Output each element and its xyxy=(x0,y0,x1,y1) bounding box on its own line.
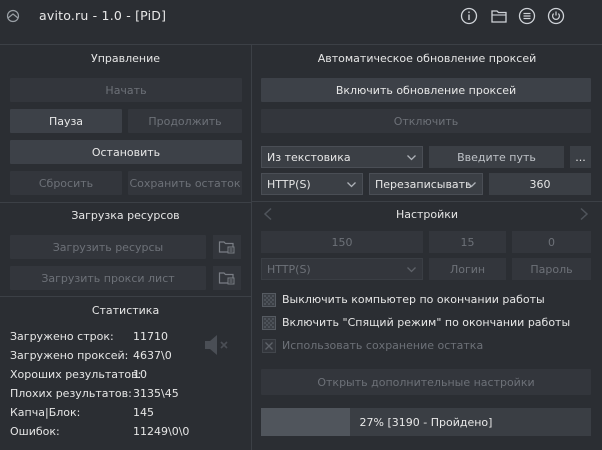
start-button[interactable]: Начать xyxy=(10,78,242,102)
sleep-mode-checkbox[interactable] xyxy=(262,316,276,330)
proxy-source-value: Из текстовика xyxy=(267,150,351,164)
stat-label: Загружено проксей: xyxy=(10,349,129,362)
reset-button[interactable]: Сбросить xyxy=(10,171,122,195)
password-input[interactable]: Пароль xyxy=(512,258,591,280)
sound-muted-icon[interactable] xyxy=(203,333,233,357)
stats-section-title: Статистика xyxy=(91,304,160,317)
divider xyxy=(251,44,252,450)
path-input[interactable]: Введите путь xyxy=(429,146,564,168)
progress-bar: 27% [3190 - Пройдено] xyxy=(261,408,591,436)
title-bar: avito.ru - 1.0 - [PiD] xyxy=(0,0,602,32)
load-resources-button[interactable]: Загрузить ресурсы xyxy=(10,235,206,259)
stat-value: 145 xyxy=(133,406,154,419)
stat-label: Плохих результатов: xyxy=(10,387,132,400)
disable-proxy-update-button[interactable]: Отключить xyxy=(261,109,591,133)
app-logo-icon xyxy=(6,9,20,23)
open-proxy-folder-icon[interactable] xyxy=(213,266,241,290)
divider xyxy=(252,201,602,202)
folder-icon[interactable] xyxy=(489,6,509,26)
enable-proxy-update-button[interactable]: Включить обновление проксей xyxy=(261,78,591,102)
chevron-down-icon xyxy=(407,267,416,273)
divider xyxy=(0,296,251,297)
settings-timeout-input[interactable]: 15 xyxy=(429,231,506,253)
login-input[interactable]: Логин xyxy=(429,258,506,280)
proxy-mode-value: Перезаписывать xyxy=(375,177,472,191)
save-rest-checkbox[interactable] xyxy=(262,339,276,353)
shutdown-label: Выключить компьютер по окончании работы xyxy=(282,293,545,306)
control-section-title: Управление xyxy=(90,52,160,65)
chevron-down-icon xyxy=(407,155,416,161)
settings-retries-input[interactable]: 0 xyxy=(512,231,591,253)
proxy-source-select[interactable]: Из текстовика xyxy=(261,146,423,168)
divider xyxy=(0,44,602,45)
stop-button[interactable]: Остановить xyxy=(10,140,242,164)
info-icon[interactable] xyxy=(459,6,479,26)
divider xyxy=(0,202,251,203)
stat-label: Ошибок: xyxy=(10,425,60,438)
proxy-update-section-title: Автоматическое обновление проксей xyxy=(317,52,537,65)
proxy-mode-select[interactable]: Перезаписывать xyxy=(369,173,483,195)
resources-section-title: Загрузка ресурсов xyxy=(71,209,180,222)
power-icon[interactable] xyxy=(546,6,566,26)
settings-protocol-value: HTTP(S) xyxy=(267,262,311,276)
stat-value: 11249\0\0 xyxy=(133,425,190,438)
menu-icon[interactable] xyxy=(517,6,537,26)
stat-value: 3135\45 xyxy=(133,387,179,400)
chevron-down-icon xyxy=(467,182,476,188)
chevron-down-icon xyxy=(347,182,356,188)
settings-section-title: Настройки xyxy=(395,208,459,221)
pause-button[interactable]: Пауза xyxy=(10,109,122,133)
stat-value: 11710 xyxy=(133,330,168,343)
sleep-mode-label: Включить "Спящий режим" по окончании раб… xyxy=(282,316,571,329)
shutdown-checkbox[interactable] xyxy=(262,293,276,307)
stat-value: 10 xyxy=(133,368,147,381)
more-settings-button[interactable]: Открыть дополнительные настройки xyxy=(261,369,591,395)
save-rest-button[interactable]: Сохранить остаток xyxy=(128,171,242,195)
progress-text: 27% [3190 - Пройдено] xyxy=(359,415,493,429)
browse-button[interactable]: ... xyxy=(570,146,591,168)
save-rest-label: Использовать сохранение остатка xyxy=(282,339,484,352)
open-resources-folder-icon[interactable] xyxy=(213,235,241,259)
interval-input[interactable]: 360 xyxy=(489,173,591,195)
stat-label: Загружено строк: xyxy=(10,330,114,343)
proxy-protocol-value: HTTP(S) xyxy=(267,177,311,191)
load-proxy-button[interactable]: Загрузить прокси лист xyxy=(10,266,206,290)
proxy-protocol-select[interactable]: HTTP(S) xyxy=(261,173,363,195)
window-title: avito.ru - 1.0 - [PiD] xyxy=(39,8,167,23)
settings-threads-input[interactable]: 150 xyxy=(261,231,423,253)
stat-label: Хороших результатов: xyxy=(10,368,142,381)
settings-protocol-select[interactable]: HTTP(S) xyxy=(261,258,423,280)
resume-button[interactable]: Продолжить xyxy=(128,109,242,133)
stat-value: 4637\0 xyxy=(133,349,172,362)
chevron-right-icon[interactable] xyxy=(578,207,590,221)
stat-label: Капча|Блок: xyxy=(10,406,81,419)
